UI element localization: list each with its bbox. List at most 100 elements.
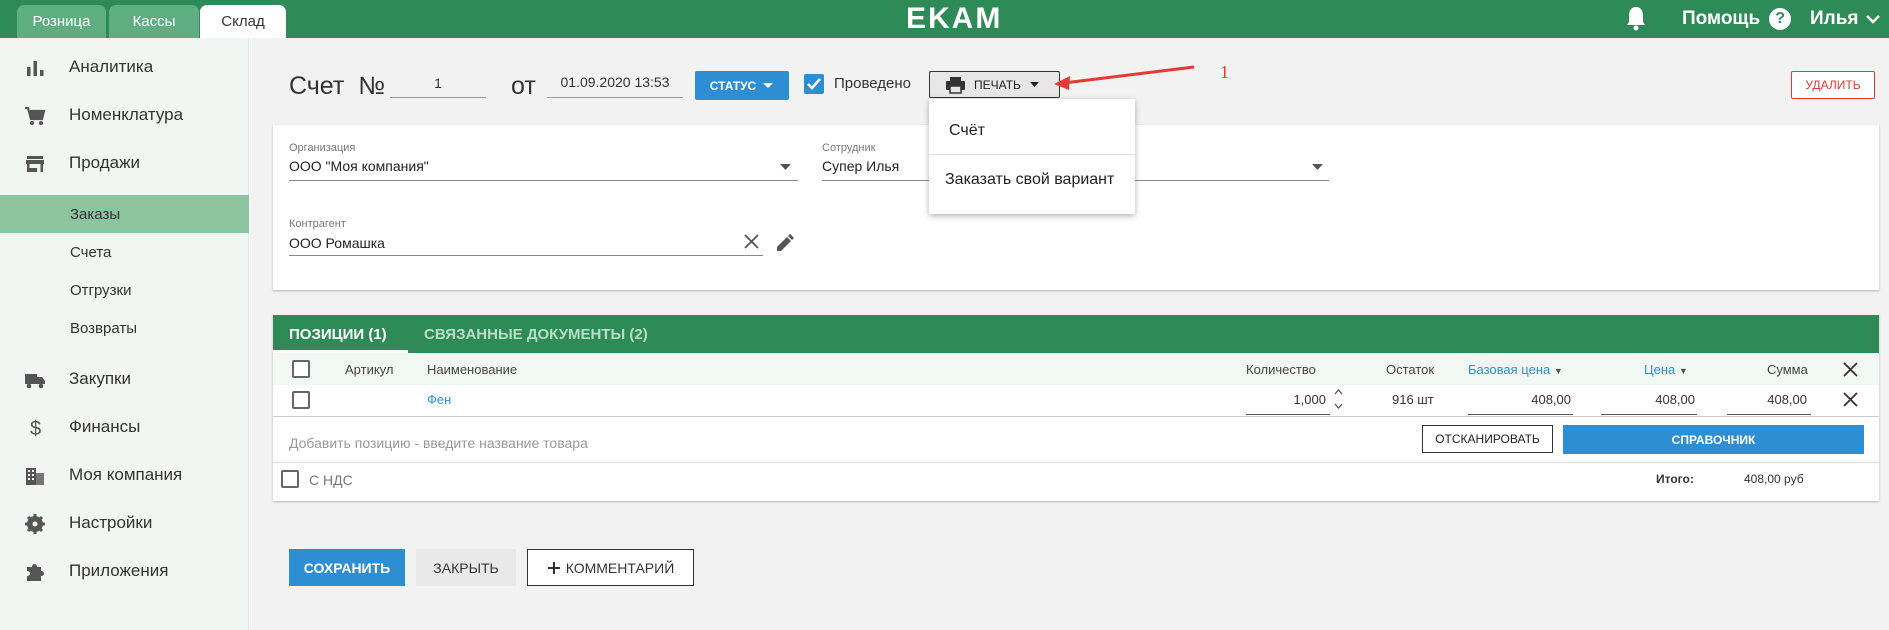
cart-icon (25, 106, 46, 125)
chevron-down-icon (1865, 14, 1880, 24)
sidebar-subitem-label: Заказы (70, 205, 121, 223)
row-checkbox[interactable] (292, 391, 310, 409)
counterparty-label: Контрагент (289, 218, 346, 230)
printer-icon (946, 76, 965, 94)
help-label: Помощь (1682, 8, 1761, 29)
row-sum-input[interactable]: 408,00 (1727, 392, 1807, 407)
print-button[interactable]: ПЕЧАТЬ (929, 71, 1060, 98)
sidebar-item-label: Номенклатура (69, 105, 184, 124)
sidebar-item-label: Приложения (69, 561, 169, 580)
sum-underline (1727, 414, 1811, 415)
tab-cash-registers[interactable]: Кассы (109, 5, 199, 38)
bell-icon[interactable] (1624, 5, 1648, 31)
counterparty-field[interactable]: ООО Ромашка (289, 235, 385, 251)
edit-pencil-icon[interactable] (775, 234, 794, 253)
vat-checkbox[interactable] (281, 470, 299, 488)
quantity-stepper-icon[interactable] (1334, 388, 1343, 410)
row-stock: 916 шт (1392, 392, 1434, 407)
row-price-input[interactable]: 408,00 (1601, 392, 1695, 407)
row-quantity-input[interactable]: 1,000 (1246, 392, 1326, 407)
sidebar-item-nomenclature[interactable]: Номенклатура (0, 94, 249, 136)
clear-icon[interactable] (744, 234, 759, 249)
annotation-label-1: 1 (1220, 62, 1229, 82)
sidebar-item-apps[interactable]: Приложения (0, 550, 249, 592)
remove-row-icon[interactable] (1843, 392, 1858, 407)
help-icon: ? (1769, 8, 1792, 30)
quantity-underline (1246, 414, 1330, 415)
add-comment-button[interactable]: КОММЕНТАРИЙ (527, 549, 694, 586)
column-sum: Сумма (1767, 362, 1808, 377)
delete-button[interactable]: УДАЛИТЬ (1791, 71, 1875, 99)
save-button[interactable]: СОХРАНИТЬ (289, 549, 405, 586)
row-product-link[interactable]: Фен (427, 392, 451, 407)
positions-tabs-bar: ПОЗИЦИИ (1) СВЯЗАННЫЕ ДОКУМЕНТЫ (2) (273, 315, 1879, 353)
caret-down-icon (1029, 82, 1039, 87)
caret-down-icon[interactable] (780, 164, 791, 170)
tab-retail[interactable]: Розница (17, 5, 106, 38)
invoice-date-field[interactable]: 01.09.2020 13:53 (547, 72, 683, 98)
scan-button[interactable]: ОТСКАНИРОВАТЬ (1422, 425, 1553, 453)
menu-divider (929, 154, 1135, 155)
menu-item-custom-variant[interactable]: Заказать свой вариант (929, 156, 1135, 204)
close-icon[interactable] (1843, 362, 1858, 377)
employee-select[interactable]: Супер Илья (822, 158, 899, 174)
tab-warehouse[interactable]: Склад (200, 5, 286, 38)
invoice-number-field[interactable]: 1 (390, 72, 486, 98)
close-button[interactable]: ЗАКРЫТЬ (416, 549, 516, 586)
posted-checkbox[interactable] (804, 74, 824, 94)
sidebar-subitem-label: Отгрузки (70, 281, 132, 299)
gear-icon (25, 514, 45, 534)
column-price[interactable]: Цена ▼ (1644, 362, 1688, 377)
organization-select[interactable]: ООО "Моя компания" (289, 158, 429, 174)
select-all-checkbox[interactable] (292, 360, 310, 378)
sidebar-item-my-company[interactable]: Моя компания (0, 454, 249, 496)
sidebar-item-label: Закупки (69, 369, 131, 388)
tab-related-documents[interactable]: СВЯЗАННЫЕ ДОКУМЕНТЫ (2) (424, 315, 648, 353)
help-button[interactable]: Помощь ? (1682, 4, 1792, 34)
column-base-price-label: Базовая цена (1468, 362, 1551, 377)
bar-chart-icon (27, 61, 44, 76)
total-label: Итого: (1656, 472, 1694, 486)
tab-retail-label: Розница (32, 13, 91, 30)
print-dropdown-menu: Счёт Заказать свой вариант (929, 99, 1135, 214)
row-divider (273, 416, 1879, 417)
sidebar-subitem-invoices[interactable]: Счета (0, 233, 249, 271)
status-button-label: СТАТУС (709, 78, 757, 93)
status-button[interactable]: СТАТУС (695, 71, 789, 100)
catalog-button[interactable]: СПРАВОЧНИК (1563, 425, 1864, 454)
posted-label: Проведено (834, 75, 911, 92)
caret-down-icon[interactable] (1312, 164, 1323, 170)
organization-underline (289, 180, 798, 181)
employee-label: Сотрудник (822, 142, 876, 154)
truck-icon (25, 374, 45, 389)
organization-label: Организация (289, 142, 356, 154)
sidebar-item-analytics[interactable]: Аналитика (0, 46, 249, 88)
check-icon (807, 78, 821, 90)
column-name: Наименование (427, 362, 518, 377)
footer-divider (273, 462, 1879, 463)
column-base-price[interactable]: Базовая цена ▼ (1468, 362, 1563, 377)
building-icon (26, 468, 44, 485)
sidebar-item-sales[interactable]: Продажи (0, 142, 249, 184)
tab-positions[interactable]: ПОЗИЦИИ (1) (289, 315, 387, 353)
dollar-icon: $ (30, 418, 41, 439)
tab-warehouse-label: Склад (221, 13, 265, 30)
sidebar-subitem-returns[interactable]: Возвраты (0, 309, 249, 347)
sidebar-subitem-orders[interactable]: Заказы (0, 195, 249, 233)
sidebar-subitem-label: Возвраты (70, 319, 138, 337)
column-article: Артикул (345, 362, 394, 377)
sort-caret-icon: ▼ (1553, 366, 1563, 376)
sidebar-subitem-label: Счета (70, 243, 112, 261)
sidebar-item-settings[interactable]: Настройки (0, 502, 249, 544)
menu-item-invoice[interactable]: Счёт (929, 107, 1135, 155)
sidebar-item-finance[interactable]: $ Финансы (0, 406, 249, 448)
print-button-label: ПЕЧАТЬ (974, 77, 1021, 92)
page-title: Счет № (289, 72, 386, 100)
user-menu[interactable]: Илья (1810, 4, 1880, 34)
row-base-price-input[interactable]: 408,00 (1468, 392, 1571, 407)
column-stock: Остаток (1386, 362, 1435, 377)
sidebar-item-purchases[interactable]: Закупки (0, 358, 249, 400)
sidebar-subitem-shipments[interactable]: Отгрузки (0, 271, 249, 309)
add-position-input[interactable]: Добавить позицию - введите название това… (289, 435, 588, 451)
column-quantity: Количество (1246, 362, 1316, 377)
